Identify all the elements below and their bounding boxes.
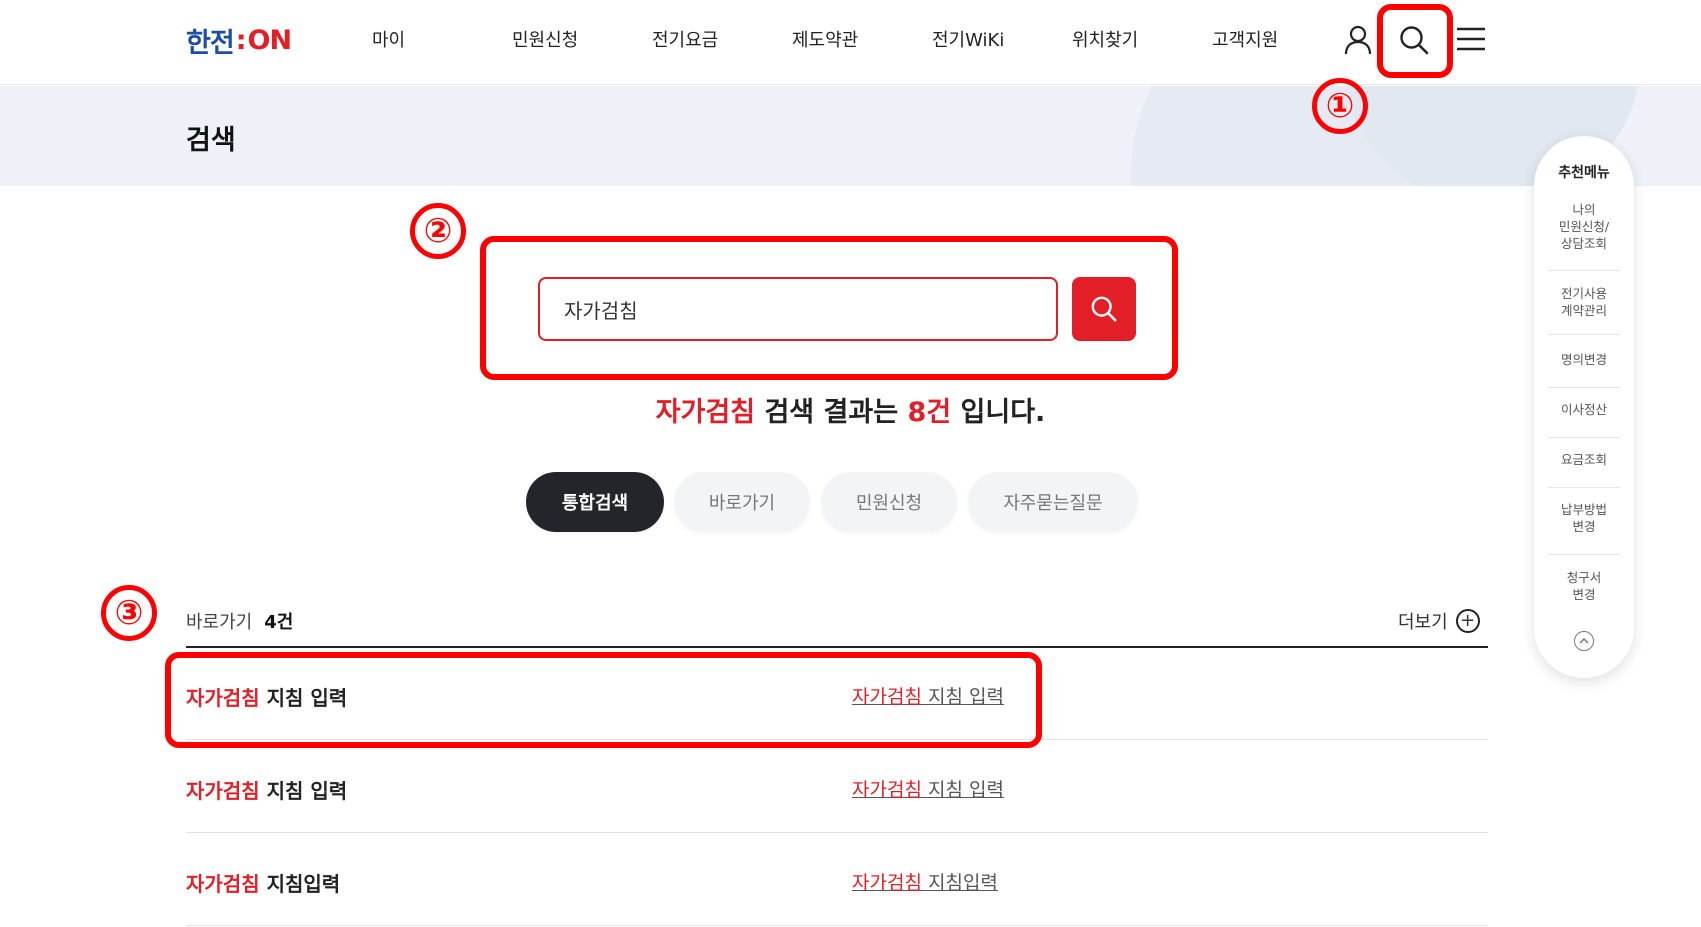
result-link[interactable]: 자가검침 지침입력 xyxy=(852,868,998,895)
logo-text-left: 한전 xyxy=(186,27,235,59)
result-link-text: 지침입력 xyxy=(921,872,998,894)
nav-location-finder[interactable]: 위치찾기 xyxy=(1072,26,1138,52)
logo-text-right: ON xyxy=(247,24,293,56)
nav-electric-bill[interactable]: 전기요금 xyxy=(652,26,718,52)
result-title-keyword: 자가검침 xyxy=(186,872,260,896)
tab-civil-application[interactable]: 민원신청 xyxy=(821,472,957,532)
result-title-text: 지침입력 xyxy=(259,872,341,896)
nav-my[interactable]: 마이 xyxy=(372,26,405,52)
sidebar-item-contract-management[interactable]: 전기사용 계약관리 xyxy=(1548,286,1620,320)
sidebar-divider xyxy=(1548,387,1620,388)
sidebar-divider xyxy=(1548,554,1620,555)
more-button[interactable]: 더보기 + xyxy=(1398,608,1480,634)
page-title-band xyxy=(0,86,1701,186)
plus-circle-icon: + xyxy=(1455,609,1480,633)
sidebar-item-payment-method-change[interactable]: 납부방법 변경 xyxy=(1548,502,1620,536)
sidebar-divider xyxy=(1548,334,1620,335)
annotation-number-2: ② xyxy=(410,203,466,259)
sidebar-item-bill-inquiry[interactable]: 요금조회 xyxy=(1548,452,1620,469)
result-link-keyword: 자가검침 xyxy=(852,779,922,801)
nav-electric-wiki[interactable]: 전기WiKi xyxy=(932,26,1004,52)
search-result-summary: 자가검침 검색 결과는 8건 입니다. xyxy=(0,390,1701,429)
result-link[interactable]: 자가검침 지침 입력 xyxy=(852,775,1004,802)
summary-count: 8건 xyxy=(907,397,952,428)
summary-text: 검색 결과는 xyxy=(755,397,908,428)
result-link-keyword: 자가검침 xyxy=(852,872,922,894)
annotation-box-2 xyxy=(480,236,1178,380)
sidebar-divider xyxy=(1548,487,1620,488)
recommended-menu-sidebar: 추천메뉴 나의 민원신청/ 상담조회 전기사용 계약관리 명의변경 이사정산 요… xyxy=(1534,136,1634,678)
annotation-box-3 xyxy=(165,652,1042,748)
annotation-number-3: ③ xyxy=(101,585,157,641)
nav-customer-support[interactable]: 고객지원 xyxy=(1212,26,1278,52)
scroll-top-icon[interactable] xyxy=(1574,631,1594,651)
logo-separator: : xyxy=(235,24,247,56)
summary-end: 입니다. xyxy=(951,397,1046,428)
menu-icon[interactable] xyxy=(1456,26,1486,52)
section-header: 바로가기 4건 xyxy=(186,608,293,634)
tab-shortcuts[interactable]: 바로가기 xyxy=(674,472,810,532)
section-label: 바로가기 xyxy=(186,612,253,633)
sidebar-title: 추천메뉴 xyxy=(1558,165,1610,181)
more-label: 더보기 xyxy=(1398,612,1448,633)
result-row[interactable]: 자가검침 지침 입력 자가검침 지침 입력 xyxy=(186,741,1488,833)
annotation-box-1 xyxy=(1377,4,1453,78)
user-icon[interactable] xyxy=(1342,24,1374,56)
nav-policy-terms[interactable]: 제도약관 xyxy=(792,26,858,52)
result-link-text: 지침 입력 xyxy=(921,779,1004,801)
summary-keyword: 자가검침 xyxy=(655,397,756,428)
tab-faq[interactable]: 자주묻는질문 xyxy=(968,472,1138,532)
sidebar-item-moving-settlement[interactable]: 이사정산 xyxy=(1548,402,1620,419)
sidebar-divider xyxy=(1548,270,1620,271)
result-row[interactable]: 자가검침 지침입력 자가검침 지침입력 xyxy=(186,834,1488,926)
page-title: 검색 xyxy=(186,125,236,156)
result-title[interactable]: 자가검침 지침 입력 xyxy=(186,775,347,804)
nav-civil-application[interactable]: 민원신청 xyxy=(512,26,578,52)
annotation-number-1: ① xyxy=(1312,78,1368,134)
tab-integrated-search[interactable]: 통합검색 xyxy=(526,472,664,532)
sidebar-item-name-change[interactable]: 명의변경 xyxy=(1548,352,1620,369)
section-count: 4건 xyxy=(264,612,294,633)
sidebar-item-my-civil-inquiry[interactable]: 나의 민원신청/ 상담조회 xyxy=(1548,202,1620,253)
sidebar-divider xyxy=(1548,437,1620,438)
result-title[interactable]: 자가검침 지침입력 xyxy=(186,868,340,897)
sidebar-item-bill-change[interactable]: 청구서 변경 xyxy=(1548,570,1620,604)
result-title-keyword: 자가검침 xyxy=(186,779,260,803)
result-title-text: 지침 입력 xyxy=(259,779,348,803)
kepco-on-logo[interactable]: 한전 : ON xyxy=(186,22,293,59)
